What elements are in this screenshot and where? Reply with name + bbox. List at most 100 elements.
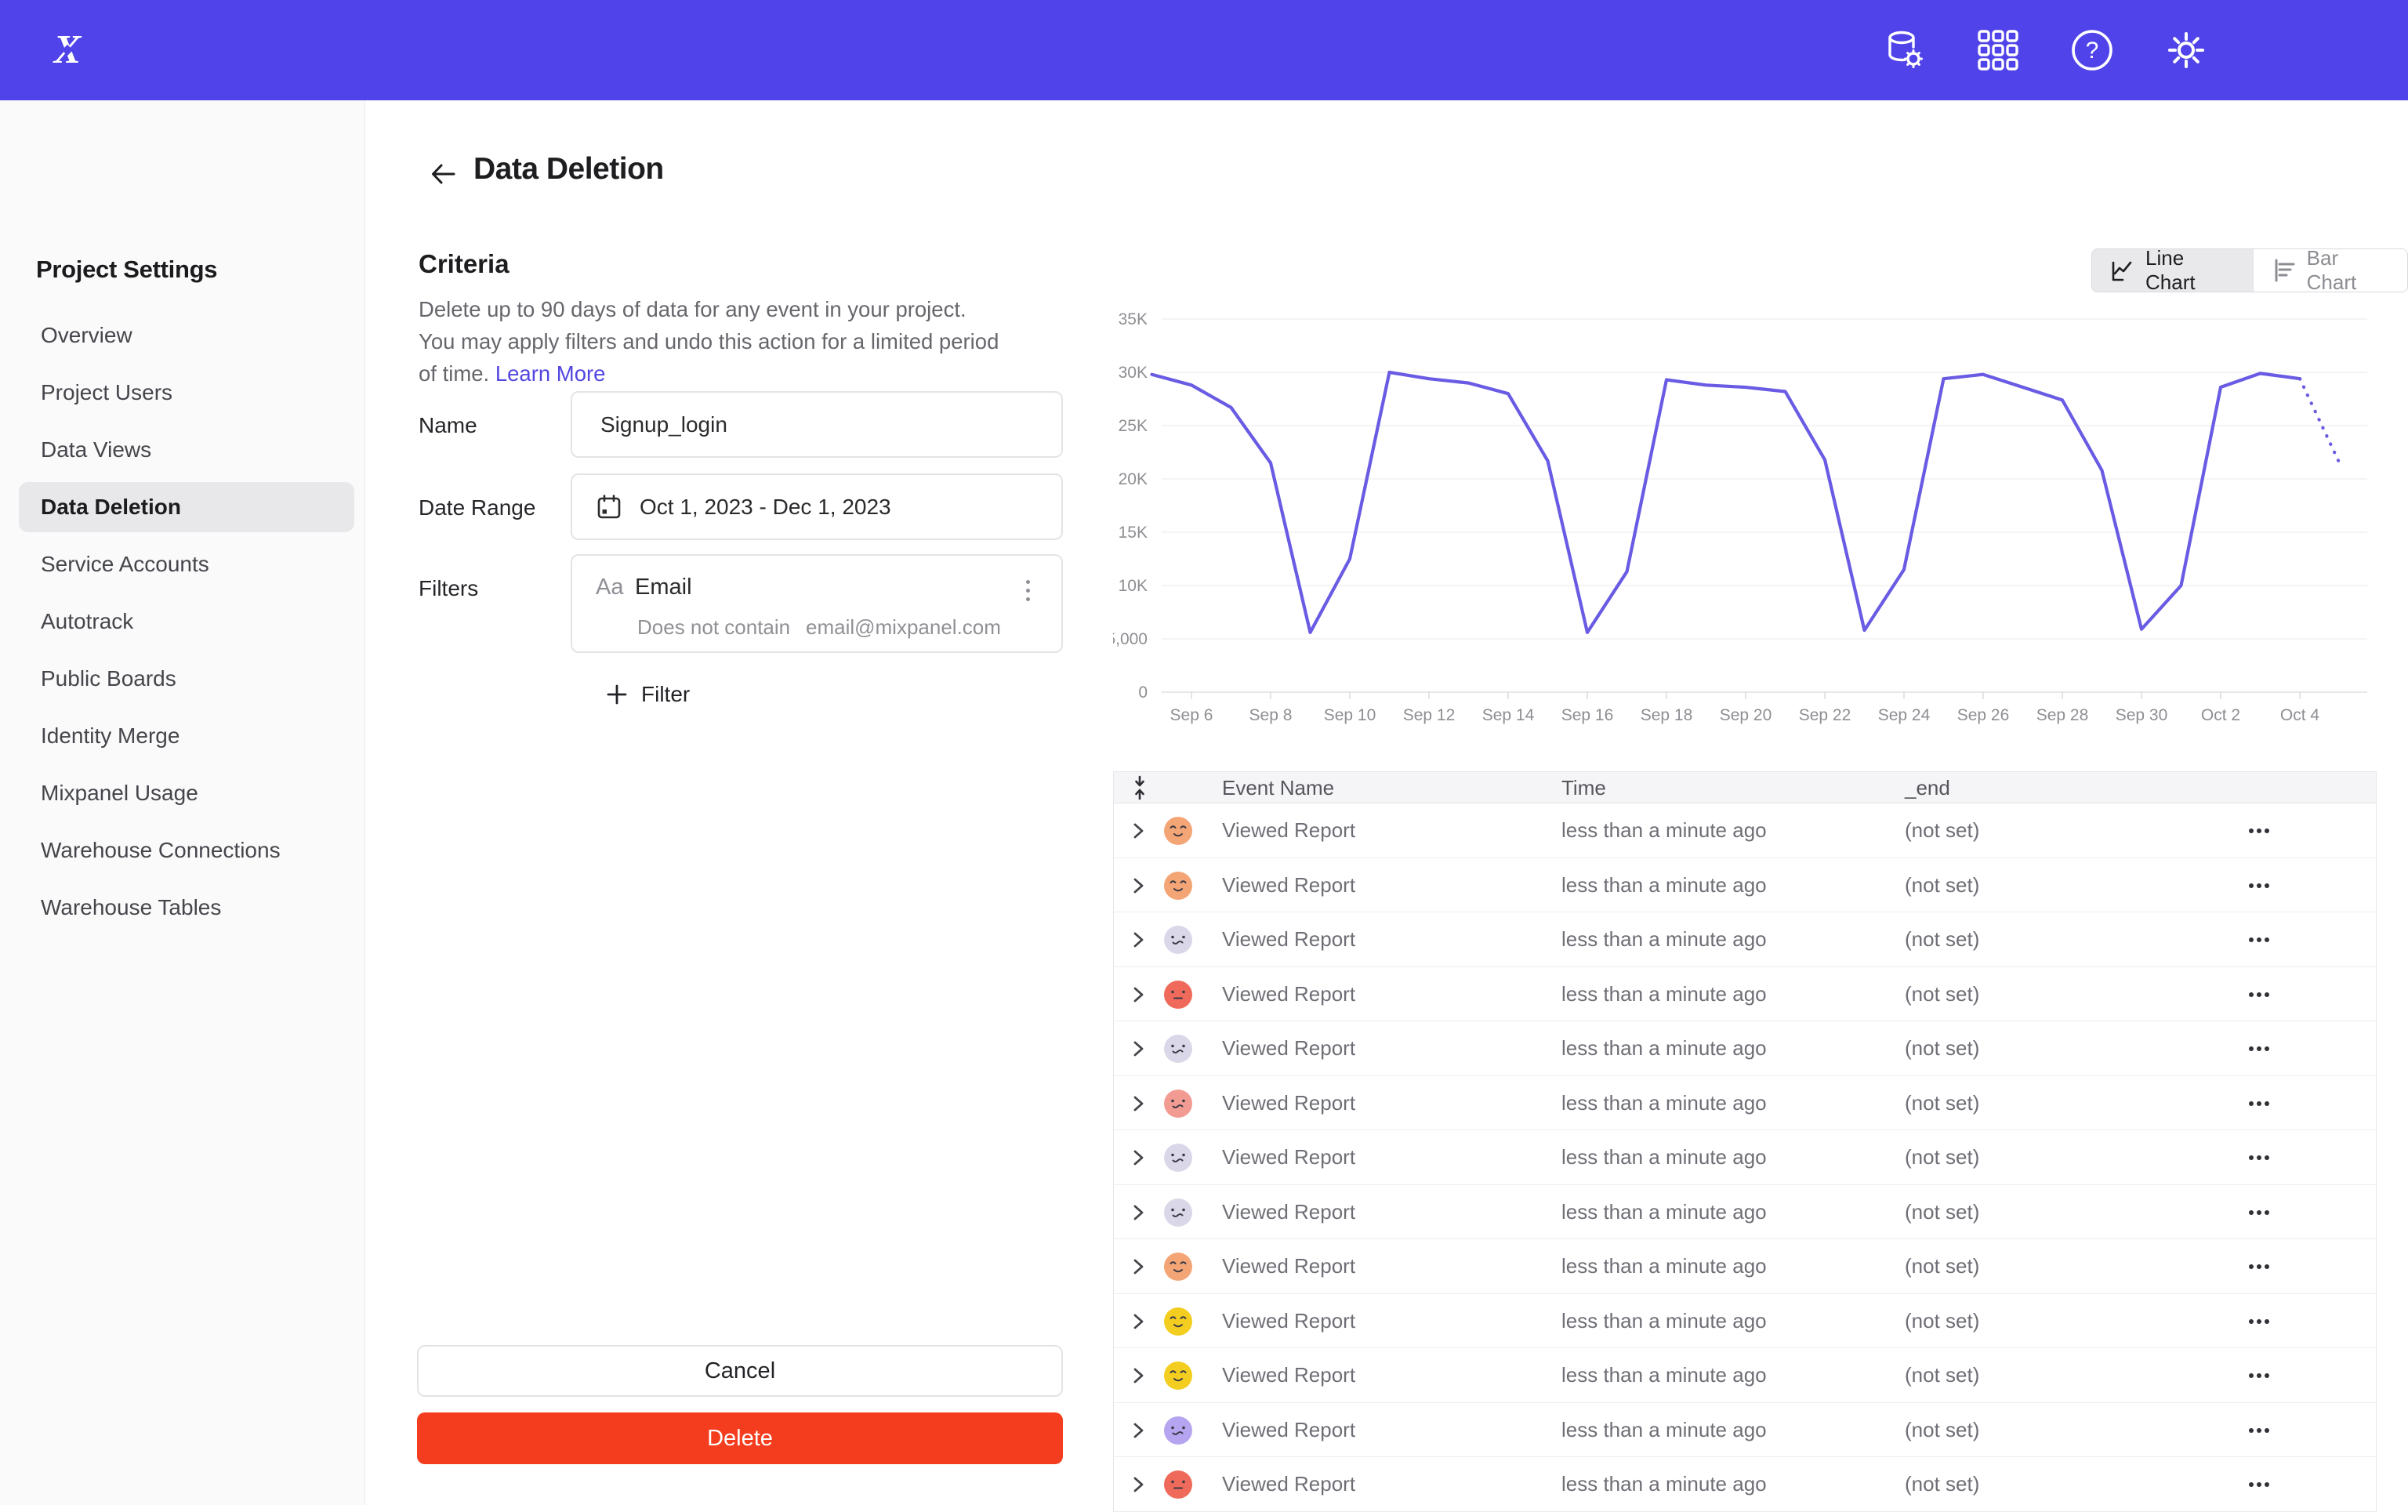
table-row[interactable]: Viewed Report less than a minute ago (no… [1114, 1457, 2376, 1512]
user-avatar [1164, 1144, 1192, 1172]
user-avatar [1164, 981, 1192, 1009]
time-cell: less than a minute ago [1561, 1130, 1767, 1185]
event-name-cell: Viewed Report [1222, 1239, 1355, 1294]
sidebar-item-data-views[interactable]: Data Views [19, 425, 354, 475]
table-row[interactable]: Viewed Report less than a minute ago (no… [1114, 858, 2376, 913]
chevron-right-icon[interactable] [1130, 1202, 1148, 1223]
table-row[interactable]: Viewed Report less than a minute ago (no… [1114, 912, 2376, 967]
learn-more-link[interactable]: Learn More [495, 361, 606, 386]
user-avatar [1164, 872, 1192, 900]
kebab-horizontal-icon[interactable] [2249, 1423, 2280, 1438]
time-cell: less than a minute ago [1561, 858, 1767, 913]
sidebar-item-warehouse-connections[interactable]: Warehouse Connections [19, 825, 354, 876]
end-cell: (not set) [1905, 967, 1979, 1022]
table-row[interactable]: Viewed Report less than a minute ago (no… [1114, 1076, 2376, 1131]
table-row[interactable]: Viewed Report less than a minute ago (no… [1114, 803, 2376, 858]
chevron-right-icon[interactable] [1130, 1420, 1148, 1441]
table-row[interactable]: Viewed Report less than a minute ago (no… [1114, 1294, 2376, 1349]
kebab-horizontal-icon[interactable] [2249, 933, 2280, 947]
kebab-horizontal-icon[interactable] [2249, 1260, 2280, 1274]
time-cell: less than a minute ago [1561, 1239, 1767, 1294]
user-avatar [1164, 1198, 1192, 1227]
user-avatar [1164, 1090, 1192, 1118]
sidebar-item-data-deletion[interactable]: Data Deletion [19, 482, 354, 532]
sidebar-item-public-boards[interactable]: Public Boards [19, 654, 354, 704]
kebab-horizontal-icon[interactable] [2249, 1097, 2280, 1111]
time-cell: less than a minute ago [1561, 1021, 1767, 1076]
sidebar-item-project-users[interactable]: Project Users [19, 368, 354, 418]
table-row[interactable]: Viewed Report less than a minute ago (no… [1114, 1403, 2376, 1458]
time-cell: less than a minute ago [1561, 1076, 1767, 1131]
sidebar-item-service-accounts[interactable]: Service Accounts [19, 539, 354, 589]
apps-grid-icon[interactable] [1974, 26, 2022, 74]
sidebar-item-mixpanel-usage[interactable]: Mixpanel Usage [19, 768, 354, 818]
time-cell: less than a minute ago [1561, 1294, 1767, 1349]
kebab-horizontal-icon[interactable] [2249, 879, 2280, 893]
time-cell: less than a minute ago [1561, 967, 1767, 1022]
table-row[interactable]: Viewed Report less than a minute ago (no… [1114, 1185, 2376, 1240]
time-cell: less than a minute ago [1561, 1457, 1767, 1512]
time-cell: less than a minute ago [1561, 1403, 1767, 1458]
end-cell: (not set) [1905, 1457, 1979, 1512]
mixpanel-x-logo[interactable]: X [41, 24, 94, 77]
chevron-right-icon[interactable] [1130, 1256, 1148, 1277]
kebab-horizontal-icon[interactable] [2249, 1369, 2280, 1383]
chevron-right-icon[interactable] [1130, 1474, 1148, 1495]
cancel-button[interactable]: Cancel [417, 1345, 1063, 1397]
kebab-horizontal-icon[interactable] [2249, 988, 2280, 1002]
table-row[interactable]: Viewed Report less than a minute ago (no… [1114, 1130, 2376, 1185]
chevron-right-icon[interactable] [1130, 1365, 1148, 1386]
filter-value[interactable]: email@mixpanel.com [806, 615, 1001, 640]
chevron-right-icon[interactable] [1130, 930, 1148, 950]
criteria-description: Delete up to 90 days of data for any eve… [419, 293, 1000, 390]
kebab-horizontal-icon[interactable] [2249, 1042, 2280, 1056]
kebab-horizontal-icon[interactable] [2249, 1478, 2280, 1492]
chevron-right-icon[interactable] [1130, 1093, 1148, 1114]
chevron-right-icon[interactable] [1130, 876, 1148, 896]
svg-text:Oct 2: Oct 2 [2201, 706, 2240, 724]
kebab-horizontal-icon[interactable] [2249, 1314, 2280, 1329]
date-range-label: Date Range [419, 495, 535, 520]
table-row[interactable]: Viewed Report less than a minute ago (no… [1114, 967, 2376, 1022]
table-row[interactable]: Viewed Report less than a minute ago (no… [1114, 1021, 2376, 1076]
kebab-horizontal-icon[interactable] [2249, 1206, 2280, 1220]
sort-up-down-icon[interactable] [1130, 775, 1150, 804]
kebab-horizontal-icon[interactable] [2249, 1151, 2280, 1165]
help-icon[interactable]: ? [2068, 26, 2116, 74]
filter-operator[interactable]: Does not contain [637, 615, 790, 640]
sidebar: Project Settings OverviewProject UsersDa… [0, 100, 365, 1505]
sidebar-item-overview[interactable]: Overview [19, 310, 354, 361]
end-cell: (not set) [1905, 1294, 1979, 1349]
chevron-right-icon[interactable] [1130, 821, 1148, 841]
back-arrow-icon[interactable] [427, 158, 459, 190]
name-input[interactable] [572, 393, 1061, 456]
event-name-cell: Viewed Report [1222, 1348, 1355, 1403]
sidebar-item-identity-merge[interactable]: Identity Merge [19, 711, 354, 761]
delete-button[interactable]: Delete [417, 1412, 1063, 1464]
add-filter-button[interactable]: Filter [605, 682, 690, 707]
svg-text:15K: 15K [1119, 524, 1148, 542]
name-field [571, 391, 1063, 458]
data-management-icon[interactable] [1880, 26, 1928, 74]
svg-text:Sep 8: Sep 8 [1249, 706, 1293, 724]
chevron-right-icon[interactable] [1130, 1148, 1148, 1168]
svg-text:5,000: 5,000 [1113, 630, 1148, 648]
criteria-section: Criteria Delete up to 90 days of data fo… [419, 249, 1093, 279]
kebab-horizontal-icon[interactable] [2249, 824, 2280, 838]
date-range-field[interactable]: Oct 1, 2023 - Dec 1, 2023 [571, 473, 1063, 540]
chevron-right-icon[interactable] [1130, 1311, 1148, 1332]
property-type-badge: Aa [596, 575, 623, 600]
sidebar-item-autotrack[interactable]: Autotrack [19, 596, 354, 647]
table-row[interactable]: Viewed Report less than a minute ago (no… [1114, 1239, 2376, 1294]
filter-card[interactable]: Aa Email Does not contain email@mixpanel… [571, 554, 1063, 653]
chevron-right-icon[interactable] [1130, 984, 1148, 1005]
svg-text:Sep 10: Sep 10 [1324, 706, 1376, 724]
sidebar-item-warehouse-tables[interactable]: Warehouse Tables [19, 883, 354, 933]
kebab-vertical-icon[interactable] [1014, 575, 1041, 606]
events-table: Event Name Time _end Viewed Report less … [1113, 771, 2377, 1512]
line-chart-toggle[interactable]: Line Chart [2092, 249, 2253, 292]
chevron-right-icon[interactable] [1130, 1039, 1148, 1059]
table-row[interactable]: Viewed Report less than a minute ago (no… [1114, 1348, 2376, 1403]
bar-chart-toggle[interactable]: Bar Chart [2253, 249, 2407, 292]
settings-gear-icon[interactable] [2162, 26, 2210, 74]
